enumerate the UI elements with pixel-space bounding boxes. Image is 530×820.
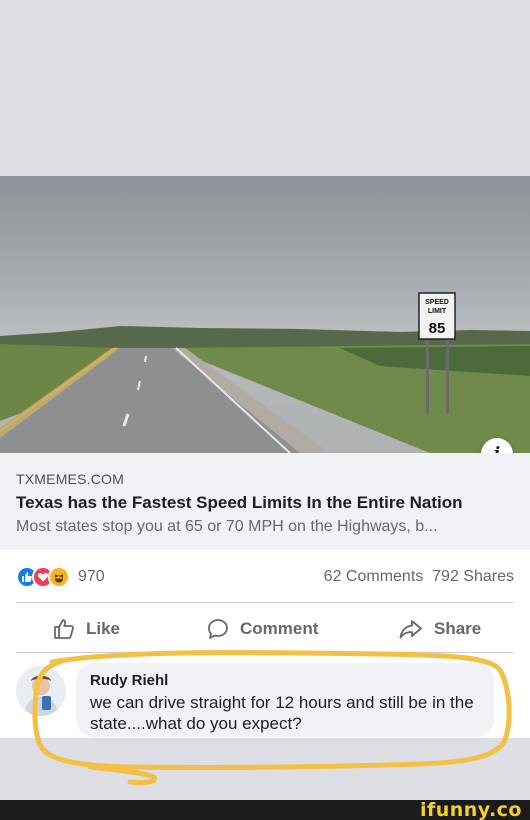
bottom-background [0, 738, 530, 800]
post-actions: Like Comment Share [0, 612, 530, 646]
highway-photo: SPEED LIMIT 85 [0, 292, 530, 453]
sign-number: 85 [429, 320, 446, 337]
post-stats: 970 62 Comments 792 Shares [16, 565, 514, 589]
commenter-avatar[interactable] [16, 666, 66, 716]
reaction-count[interactable]: 970 [78, 568, 105, 586]
share-button[interactable]: Share [398, 612, 481, 646]
thumbs-up-icon [54, 619, 74, 639]
link-headline: Texas has the Fastest Speed Limits In th… [16, 493, 463, 512]
link-domain: TXMEMES.COM [16, 471, 124, 487]
comment-button[interactable]: Comment [206, 612, 318, 646]
haha-reaction-icon [48, 566, 70, 588]
reaction-icons[interactable] [16, 566, 70, 588]
top-background [0, 0, 530, 176]
watermark-bar: ifunny.co [0, 799, 530, 820]
link-preview-image[interactable]: SPEED LIMIT 85 [0, 176, 530, 453]
sign-line1: SPEED [425, 299, 449, 306]
comment-bubble[interactable]: Rudy Riehl we can drive straight for 12 … [76, 663, 494, 737]
sign-line2: LIMIT [428, 308, 447, 315]
link-preview-meta[interactable]: TXMEMES.COM Texas has the Fastest Speed … [0, 453, 530, 550]
like-label: Like [86, 619, 121, 638]
comment-label: Comment [240, 619, 319, 638]
like-button[interactable]: Like [52, 612, 120, 646]
comments-shares-count[interactable]: 62 Comments 792 Shares [324, 568, 514, 586]
divider [16, 652, 514, 653]
comment-bubble-icon [208, 619, 228, 639]
share-label: Share [434, 619, 482, 638]
divider [16, 602, 514, 603]
share-arrow-icon [399, 620, 422, 639]
comment-text: we can drive straight for 12 hours and s… [90, 693, 474, 733]
link-description: Most states stop you at 65 or 70 MPH on … [16, 518, 438, 535]
ifunny-watermark: ifunny.co [419, 799, 522, 820]
comment-author[interactable]: Rudy Riehl [90, 672, 480, 689]
